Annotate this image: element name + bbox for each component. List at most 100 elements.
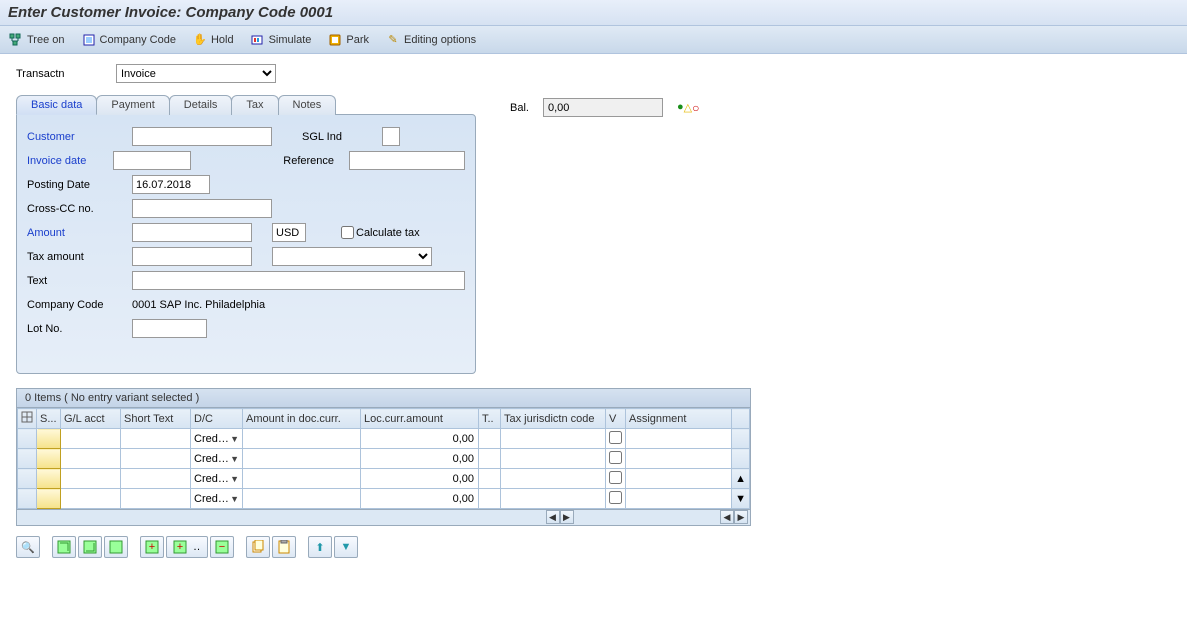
glacct-cell[interactable] <box>61 449 121 469</box>
taxjur-cell[interactable] <box>501 469 606 489</box>
table-row[interactable]: Cred…▼ 0,00 ▲ <box>18 469 750 489</box>
taxjur-cell[interactable] <box>501 449 606 469</box>
tab-tax[interactable]: Tax <box>231 95 278 115</box>
dropdown-icon[interactable]: ▼ <box>230 494 239 504</box>
tab-basic-data[interactable]: Basic data <box>16 95 97 115</box>
row-handle[interactable] <box>18 449 37 469</box>
glacct-cell[interactable] <box>61 469 121 489</box>
shorttext-cell[interactable] <box>121 489 191 509</box>
tab-payment[interactable]: Payment <box>96 95 169 115</box>
assignment-cell[interactable] <box>626 469 732 489</box>
col-v[interactable]: V <box>606 409 626 429</box>
row-selector-col[interactable] <box>18 409 37 429</box>
taxjur-cell[interactable] <box>501 489 606 509</box>
row-handle[interactable] <box>18 429 37 449</box>
crosscc-input[interactable] <box>132 199 272 218</box>
sgl-input[interactable] <box>382 127 400 146</box>
delete-button[interactable]: − <box>210 536 234 558</box>
t-cell[interactable] <box>479 449 501 469</box>
col-t[interactable]: T.. <box>479 409 501 429</box>
col-shorttext[interactable]: Short Text <box>121 409 191 429</box>
v-checkbox[interactable] <box>609 471 622 484</box>
status-cell[interactable] <box>37 429 61 449</box>
t-cell[interactable] <box>479 469 501 489</box>
scroll-right-icon[interactable]: ▶ <box>734 510 748 524</box>
col-amount[interactable]: Amount in doc.curr. <box>243 409 361 429</box>
amount-cell[interactable] <box>243 449 361 469</box>
taxcode-select[interactable] <box>272 247 432 266</box>
shorttext-cell[interactable] <box>121 469 191 489</box>
posting-date-input[interactable] <box>132 175 210 194</box>
dc-cell[interactable]: Cred…▼ <box>191 429 243 449</box>
col-assignment[interactable]: Assignment <box>626 409 732 429</box>
taxamount-input[interactable] <box>132 247 252 266</box>
insert-multiple-button[interactable]: +… <box>166 536 208 558</box>
table-row[interactable]: Cred…▼ 0,00 ▼ <box>18 489 750 509</box>
col-locamount[interactable]: Loc.curr.amount <box>361 409 479 429</box>
t-cell[interactable] <box>479 489 501 509</box>
park-button[interactable]: Park <box>327 32 369 48</box>
row-handle[interactable] <box>18 489 37 509</box>
shorttext-cell[interactable] <box>121 449 191 469</box>
editing-options-button[interactable]: ✎ Editing options <box>385 32 476 48</box>
reference-input[interactable] <box>349 151 465 170</box>
scroll-left-icon[interactable]: ◀ <box>720 510 734 524</box>
t-cell[interactable] <box>479 429 501 449</box>
taxjur-cell[interactable] <box>501 429 606 449</box>
glacct-cell[interactable] <box>61 489 121 509</box>
v-checkbox[interactable] <box>609 491 622 504</box>
dc-cell[interactable]: Cred…▼ <box>191 489 243 509</box>
assignment-cell[interactable] <box>626 429 732 449</box>
v-cell[interactable] <box>606 469 626 489</box>
paste-button[interactable] <box>272 536 296 558</box>
scroll-down-icon[interactable]: ▼ <box>732 489 750 509</box>
dropdown-icon[interactable]: ▼ <box>230 434 239 444</box>
v-checkbox[interactable] <box>609 451 622 464</box>
currency-input[interactable] <box>272 223 306 242</box>
scroll-up-icon[interactable]: ▲ <box>732 469 750 489</box>
dc-cell[interactable]: Cred…▼ <box>191 469 243 489</box>
dropdown-icon[interactable]: ▼ <box>230 454 239 464</box>
text-input[interactable] <box>132 271 465 290</box>
customer-input[interactable] <box>132 127 272 146</box>
scroll-right-icon[interactable]: ▶ <box>560 510 574 524</box>
copy-button[interactable] <box>246 536 270 558</box>
select-block-button[interactable] <box>104 536 128 558</box>
col-taxjur[interactable]: Tax jurisdictn code <box>501 409 606 429</box>
v-cell[interactable] <box>606 449 626 469</box>
deselect-all-button[interactable] <box>78 536 102 558</box>
row-handle[interactable] <box>18 469 37 489</box>
tree-on-button[interactable]: Tree on <box>8 32 65 48</box>
glacct-cell[interactable] <box>61 429 121 449</box>
tab-notes[interactable]: Notes <box>278 95 337 115</box>
dc-cell[interactable]: Cred…▼ <box>191 449 243 469</box>
amount-input[interactable] <box>132 223 252 242</box>
calculate-tax-checkbox[interactable] <box>341 226 354 239</box>
table-row[interactable]: Cred…▼ 0,00 <box>18 429 750 449</box>
col-glacct[interactable]: G/L acct <box>61 409 121 429</box>
insert-button[interactable]: + <box>140 536 164 558</box>
invoice-date-input[interactable] <box>113 151 191 170</box>
v-cell[interactable] <box>606 429 626 449</box>
assignment-cell[interactable] <box>626 489 732 509</box>
status-cell[interactable] <box>37 449 61 469</box>
table-row[interactable]: Cred…▼ 0,00 <box>18 449 750 469</box>
amount-cell[interactable] <box>243 469 361 489</box>
filter-button[interactable]: ▼ <box>334 536 358 558</box>
transaction-select[interactable]: Invoice <box>116 64 276 83</box>
v-checkbox[interactable] <box>609 431 622 444</box>
find-button[interactable]: 🔍 <box>16 536 40 558</box>
simulate-button[interactable]: Simulate <box>250 32 312 48</box>
dropdown-icon[interactable]: ▼ <box>230 474 239 484</box>
shorttext-cell[interactable] <box>121 429 191 449</box>
amount-cell[interactable] <box>243 489 361 509</box>
v-cell[interactable] <box>606 489 626 509</box>
hold-button[interactable]: ✋ Hold <box>192 32 234 48</box>
scroll-left-icon[interactable]: ◀ <box>546 510 560 524</box>
col-dc[interactable]: D/C <box>191 409 243 429</box>
lotno-input[interactable] <box>132 319 207 338</box>
company-code-button[interactable]: Company Code <box>81 32 176 48</box>
status-cell[interactable] <box>37 489 61 509</box>
status-cell[interactable] <box>37 469 61 489</box>
select-all-button[interactable] <box>52 536 76 558</box>
